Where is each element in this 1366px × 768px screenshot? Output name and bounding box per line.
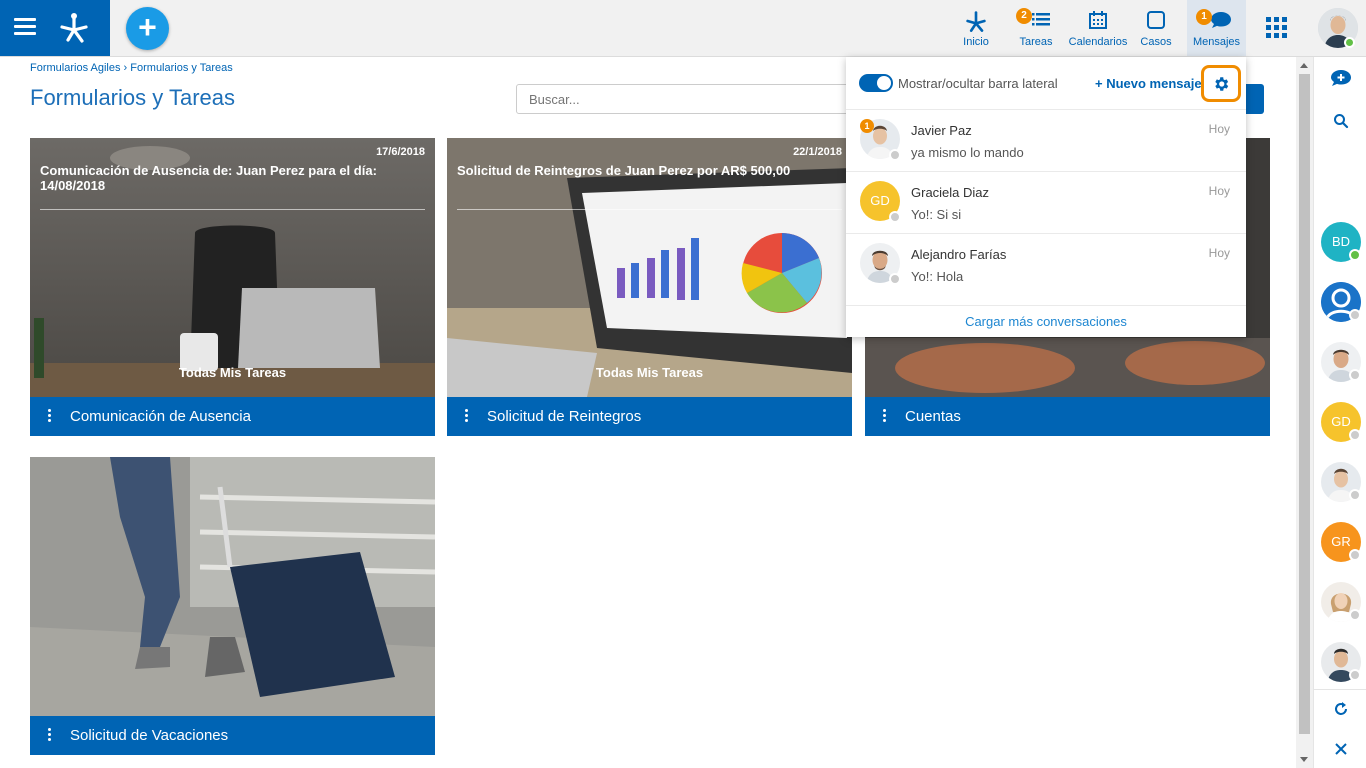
card-title: Comunicación de Ausencia [70, 408, 251, 425]
settings-button[interactable] [1201, 65, 1241, 102]
nav-tareas[interactable]: 2 Tareas [1012, 0, 1060, 56]
status-dot [1349, 489, 1361, 501]
nav-casos-label: Casos [1140, 36, 1172, 48]
status-dot [889, 273, 901, 285]
search-input[interactable] [516, 84, 856, 114]
conversation-preview: Yo!: Si si [911, 207, 962, 222]
conversation-item[interactable]: Alejandro Farías Yo!: Hola Hoy [846, 233, 1246, 295]
nav-calendarios[interactable]: Calendarios [1066, 0, 1130, 56]
sidebar-divider [1314, 689, 1366, 690]
apps-grid-icon[interactable] [1266, 17, 1287, 38]
unread-badge: 1 [860, 119, 874, 133]
card-date: 22/1/2018 [793, 146, 842, 158]
kebab-menu-icon[interactable] [883, 409, 887, 424]
create-new-button[interactable]: + [126, 7, 169, 50]
card-title: Solicitud de Vacaciones [70, 727, 229, 744]
nav-mensajes[interactable]: 1 Mensajes [1187, 0, 1246, 56]
card-footer[interactable]: Solicitud de Reintegros [447, 397, 852, 436]
breadcrumb-root[interactable]: Formularios Agiles [30, 62, 120, 74]
status-dot [1349, 429, 1361, 441]
kebab-menu-icon[interactable] [465, 409, 469, 424]
nav-inicio[interactable]: Inicio [952, 0, 1000, 56]
traveler-suitcase-image [30, 457, 435, 716]
status-dot [889, 149, 901, 161]
card-solicitud-vacaciones[interactable]: Solicitud de Vacaciones [30, 457, 435, 755]
brand-area [0, 0, 110, 56]
chat-sidebar: BD GD GR [1313, 57, 1366, 768]
calendar-icon [1089, 11, 1107, 29]
scroll-down-arrow[interactable] [1300, 757, 1308, 762]
conversation-item[interactable]: 1 Javier Paz ya mismo lo mando Hoy [846, 109, 1246, 171]
refresh-icon[interactable] [1333, 701, 1349, 717]
status-dot [889, 211, 901, 223]
card-solicitud-reintegros[interactable]: 22/1/2018 Solicitud de Reintegros de Jua… [447, 138, 852, 436]
nav-tareas-label: Tareas [1019, 36, 1053, 48]
chat-icon [1210, 12, 1231, 28]
kebab-menu-icon[interactable] [48, 409, 52, 424]
hamburger-menu-icon[interactable] [14, 18, 36, 36]
top-bar: + Inicio 2 Tareas Calendarios Casos 1 Me… [0, 0, 1366, 57]
conversation-item[interactable]: GD Graciela Diaz Yo!: Si si Hoy [846, 171, 1246, 233]
gear-icon [1215, 77, 1229, 91]
status-dot [1349, 369, 1361, 381]
page-title: Formularios y Tareas [30, 85, 235, 110]
cases-icon [1147, 11, 1165, 29]
breadcrumb-separator: › [123, 62, 128, 74]
sidebar-toggle-switch[interactable] [859, 74, 893, 92]
card-description: Comunicación de Ausencia de: Juan Perez … [40, 163, 377, 193]
breadcrumb-current[interactable]: Formularios y Tareas [130, 62, 233, 74]
card-link-todas-mis-tareas[interactable]: Todas Mis Tareas [447, 365, 852, 380]
card-divider [457, 209, 842, 210]
tasks-badge: 2 [1016, 8, 1032, 24]
card-link-todas-mis-tareas[interactable]: Todas Mis Tareas [30, 365, 435, 380]
status-dot [1349, 609, 1361, 621]
scroll-up-arrow[interactable] [1300, 63, 1308, 68]
conversation-name: Alejandro Farías [911, 247, 1007, 262]
user-online-dot [1344, 37, 1355, 48]
kebab-menu-icon[interactable] [48, 728, 52, 743]
card-image[interactable] [30, 457, 435, 716]
home-flow-icon [966, 11, 986, 32]
card-comunicacion-ausencia[interactable]: 17/6/2018 Comunicación de Ausencia de: J… [30, 138, 435, 436]
card-footer[interactable]: Cuentas [865, 397, 1270, 436]
status-dot [1349, 549, 1361, 561]
new-message-button[interactable]: + Nuevo mensaje [1095, 76, 1202, 91]
conversation-name: Javier Paz [911, 123, 972, 138]
card-title: Cuentas [905, 408, 961, 425]
conversation-preview: ya mismo lo mando [911, 145, 1024, 160]
search-icon[interactable] [1333, 113, 1349, 129]
card-footer[interactable]: Comunicación de Ausencia [30, 397, 435, 436]
tasks-icon [1032, 13, 1050, 26]
nav-inicio-label: Inicio [963, 36, 989, 48]
status-dot [1349, 669, 1361, 681]
sidebar-toggle-label: Mostrar/ocultar barra lateral [898, 76, 1058, 91]
card-footer[interactable]: Solicitud de Vacaciones [30, 716, 435, 755]
messages-badge: 1 [1196, 9, 1212, 25]
messages-dropdown: Mostrar/ocultar barra lateral + Nuevo me… [846, 57, 1246, 337]
card-description: Solicitud de Reintegros de Juan Perez po… [457, 163, 791, 178]
nav-mensajes-label: Mensajes [1192, 36, 1241, 48]
card-title: Solicitud de Reintegros [487, 408, 642, 425]
card-divider [40, 209, 425, 210]
nav-casos[interactable]: Casos [1136, 0, 1176, 56]
load-more-conversations-link[interactable]: Cargar más conversaciones [846, 305, 1246, 337]
conversation-time: Hoy [1208, 122, 1230, 136]
conversation-name: Graciela Diaz [911, 185, 990, 200]
logo-icon[interactable] [56, 10, 92, 46]
conversation-time: Hoy [1208, 184, 1230, 198]
status-dot [1349, 309, 1361, 321]
page-scrollbar[interactable] [1296, 57, 1313, 768]
new-chat-icon[interactable] [1330, 69, 1352, 89]
conversation-time: Hoy [1208, 246, 1230, 260]
close-icon[interactable] [1334, 742, 1348, 756]
card-date: 17/6/2018 [376, 146, 425, 158]
breadcrumb: Formularios Agiles › Formularios y Tarea… [30, 62, 233, 74]
scroll-thumb[interactable] [1299, 74, 1310, 734]
status-dot [1349, 249, 1361, 261]
conversation-preview: Yo!: Hola [911, 269, 964, 284]
nav-calendarios-label: Calendarios [1068, 36, 1128, 48]
